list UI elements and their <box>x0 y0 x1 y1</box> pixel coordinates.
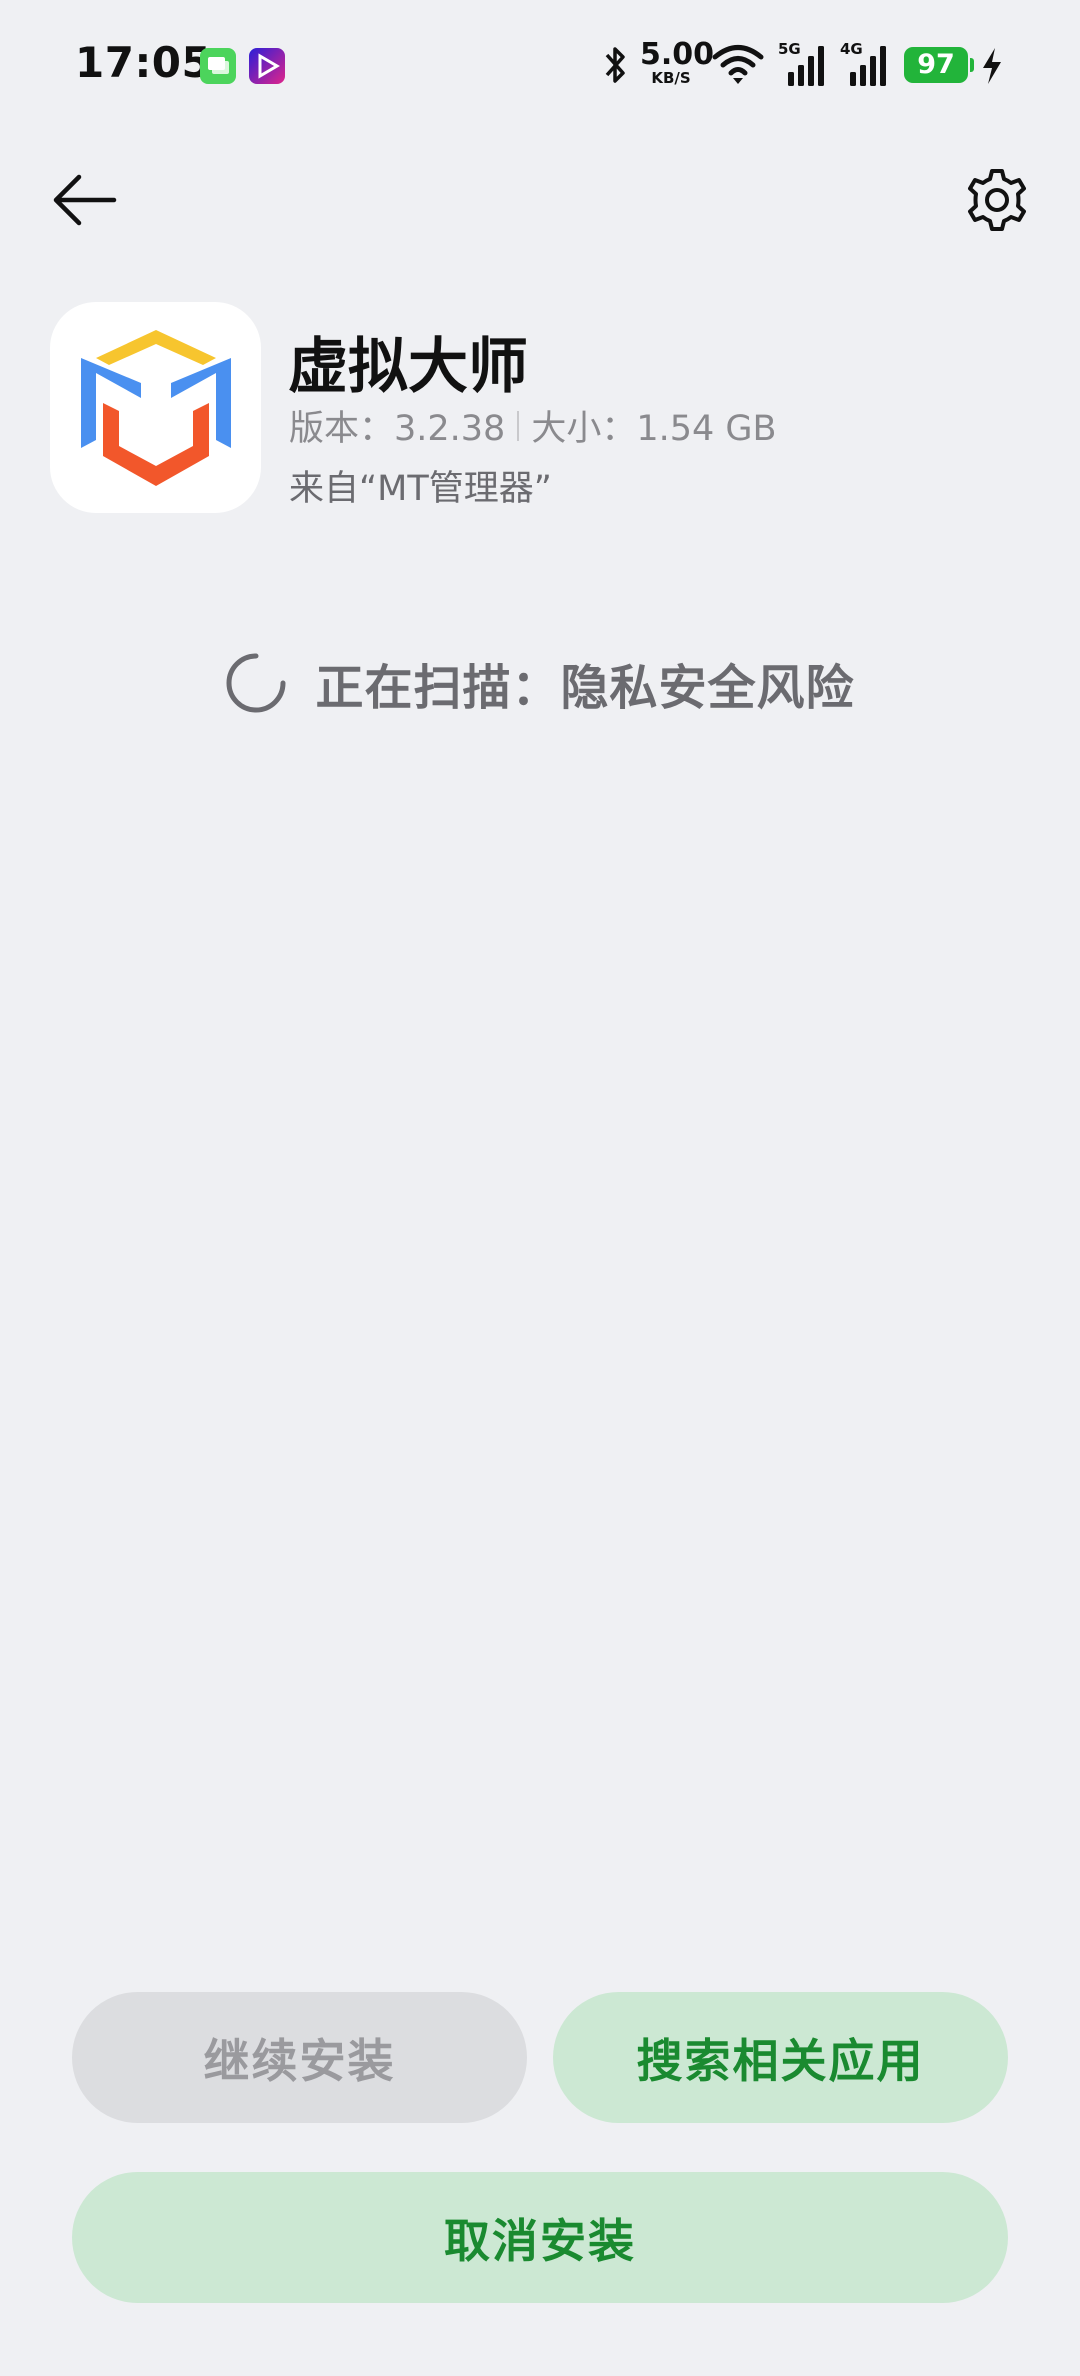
app-size: 大小：1.54 GB <box>531 409 777 449</box>
settings-button[interactable] <box>952 155 1042 245</box>
continue-install-button[interactable]: 继续安装 <box>72 1992 527 2123</box>
app-meta: 版本：3.2.38 大小：1.54 GB <box>289 400 777 451</box>
network-speed-value: 5.00 <box>640 37 715 72</box>
scan-status: 正在扫描：隐私安全风险 <box>0 648 1080 718</box>
install-screen: 17:05 5.00 KB/S 5G 4G 97 虚拟大师 版本：3.2.38 … <box>0 0 1080 2376</box>
back-button[interactable] <box>40 160 130 240</box>
cellular-signal-icon: 4G <box>840 40 892 92</box>
app-name: 虚拟大师 <box>288 332 528 402</box>
app-source: 来自“MT管理器” <box>289 469 552 509</box>
back-arrow-icon <box>53 174 117 226</box>
cancel-install-button[interactable]: 取消安装 <box>72 2172 1008 2303</box>
video-notification-icon <box>249 48 285 84</box>
status-bar: 17:05 5.00 KB/S 5G 4G 97 <box>0 0 1080 130</box>
cellular-signal-icon: 5G <box>778 40 830 92</box>
wifi-icon <box>712 44 764 94</box>
bluetooth-icon <box>600 44 630 94</box>
app-version: 版本：3.2.38 <box>289 409 506 449</box>
app-icon <box>50 302 261 513</box>
scan-status-text: 正在扫描：隐私安全风险 <box>315 660 855 716</box>
gear-icon <box>968 169 1026 231</box>
status-time: 17:05 <box>75 38 212 87</box>
search-related-apps-button[interactable]: 搜索相关应用 <box>553 1992 1008 2123</box>
meta-divider <box>517 410 520 441</box>
network-speed-unit: KB/S <box>651 69 691 87</box>
charging-bolt-icon <box>980 46 1004 96</box>
network-speed: 5.00 KB/S <box>640 37 715 90</box>
loading-spinner-icon <box>226 653 286 713</box>
battery-indicator: 97 <box>904 47 974 83</box>
app-logo-icon <box>80 329 231 486</box>
messages-notification-icon <box>200 48 236 84</box>
